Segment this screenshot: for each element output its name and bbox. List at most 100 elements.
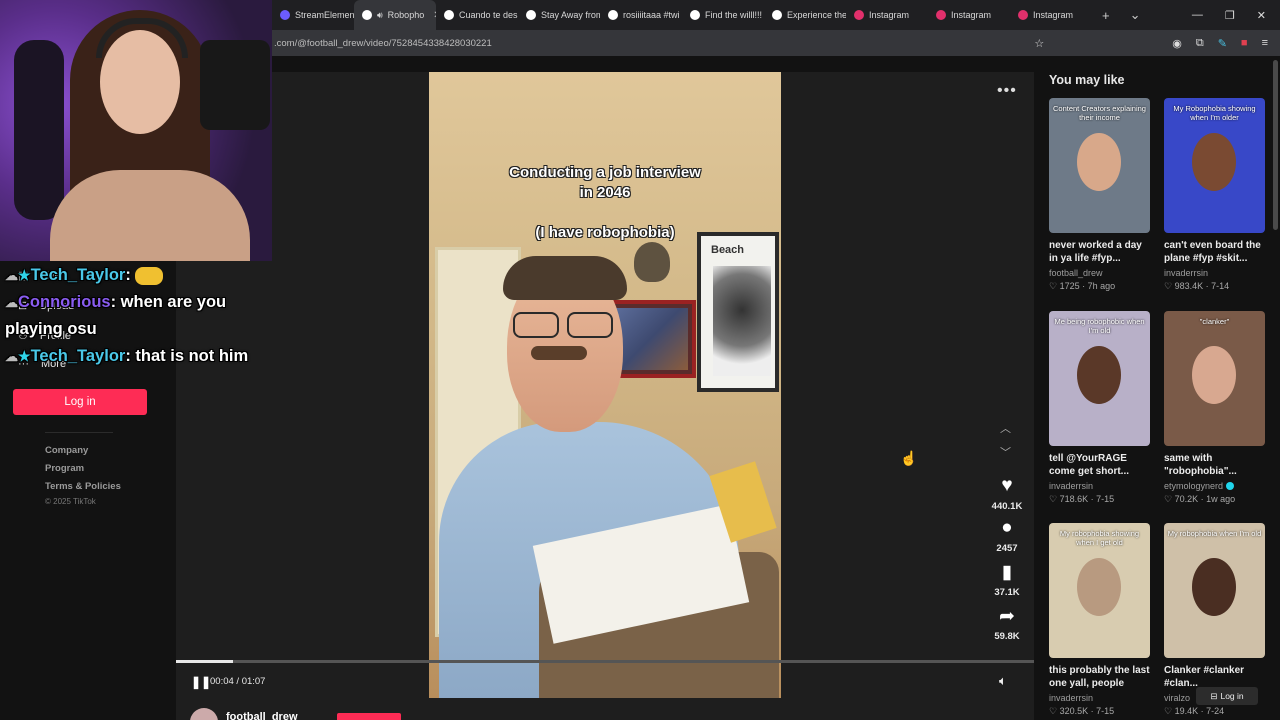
recommended-card[interactable]: Content Creators explaining their income…	[1049, 98, 1150, 292]
video-frame[interactable]: Beach Conducting a job interview in 2046…	[429, 72, 781, 698]
heart-outline-icon: ♡	[1164, 281, 1175, 291]
thumbnail-caption: My robophobia showing when I get old	[1059, 529, 1140, 547]
menu-icon[interactable]: ≡	[1262, 37, 1268, 49]
save-count: 37.1K	[994, 587, 1020, 598]
close-window-icon[interactable]: ✕	[1257, 9, 1266, 22]
floating-login-button[interactable]: ⊟ Log in	[1196, 687, 1258, 705]
recommended-card[interactable]: Me being robophobic when I'm old tell @Yo…	[1049, 311, 1150, 505]
card-title[interactable]: can't even board the plane #fyp #skit...	[1164, 239, 1265, 265]
streamer-jacket	[50, 170, 250, 261]
footer-terms-link[interactable]: Terms & Policies	[45, 481, 121, 492]
card-thumbnail[interactable]: My Robophobia showing when I'm older	[1164, 98, 1265, 233]
verified-icon	[1226, 482, 1235, 490]
card-thumbnail[interactable]: My robophobia showing when I get old	[1049, 523, 1150, 658]
card-author-name: football_drew	[1049, 268, 1103, 278]
restore-icon[interactable]: ❐	[1225, 9, 1235, 22]
card-thumbnail[interactable]: Content Creators explaining their income	[1049, 98, 1150, 233]
card-title[interactable]: tell @YourRAGE come get short...	[1049, 452, 1150, 478]
tab-favicon-icon	[772, 10, 782, 20]
scrollbar[interactable]	[1273, 60, 1278, 230]
browser-tab[interactable]: StreamElement	[272, 0, 354, 30]
extension-icon[interactable]: ✎	[1218, 37, 1227, 50]
next-video-icon[interactable]: ﹀	[1000, 444, 1011, 460]
browser-tab[interactable]: rosiiiitaaa #twi	[600, 0, 682, 30]
browser-tab[interactable]: Cuando te desp	[436, 0, 518, 30]
browser-tab[interactable]: Stay Away from	[518, 0, 600, 30]
bookmark-star-icon[interactable]: ☆	[1034, 37, 1044, 50]
tab-list-icon[interactable]: ⌄	[1120, 7, 1151, 23]
card-author[interactable]: etymologynerd	[1164, 481, 1265, 491]
card-author[interactable]: invaderrsin	[1049, 481, 1150, 491]
browser-tab[interactable]: 🔊︎Robopho✕	[354, 0, 436, 30]
card-thumbnail[interactable]: "clanker"	[1164, 311, 1265, 446]
recommended-card[interactable]: "clanker" same with "robophobia"... etymol…	[1164, 311, 1265, 505]
card-title[interactable]: never worked a day in ya life #fyp...	[1049, 239, 1150, 265]
recommended-card[interactable]: My Robophobia showing when I'm older can'…	[1164, 98, 1265, 292]
card-title[interactable]: same with "robophobia"...	[1164, 452, 1265, 478]
profile-icon[interactable]: ◉	[1172, 37, 1182, 50]
tab-favicon-icon	[280, 10, 290, 20]
thumbnail-face	[1192, 558, 1236, 616]
chat-message: ☁Connorious: when are you playing osu	[5, 289, 273, 343]
tab-label: rosiiiitaaa #twi	[623, 10, 680, 20]
footer-company-link[interactable]: Company	[45, 445, 88, 456]
card-stats: ♡ 320.5K · 7-15	[1049, 706, 1150, 717]
like-button[interactable]: ♥ 440.1K	[985, 475, 1029, 512]
recommended-card[interactable]: My robophobia showing when I get old this…	[1049, 523, 1150, 717]
pause-icon[interactable]: ❚❚	[191, 675, 211, 689]
chat-username: Tech_Taylor	[30, 266, 126, 284]
comment-button[interactable]: ● 2457	[985, 517, 1029, 554]
login-button[interactable]: Log in	[13, 389, 147, 415]
poster-text: Beach	[711, 244, 745, 256]
card-author[interactable]: invaderrsin	[1049, 693, 1150, 703]
new-tab-button[interactable]: +	[1092, 8, 1120, 23]
card-author[interactable]: football_drew	[1049, 268, 1150, 278]
save-button[interactable]: ▮ 37.1K	[985, 561, 1029, 598]
floating-login-label: Log in	[1220, 691, 1244, 701]
tab-label: Robopho	[387, 10, 425, 20]
share-count: 59.8K	[994, 631, 1020, 642]
prev-video-icon[interactable]: ︿	[1000, 420, 1011, 436]
volume-icon[interactable]: 🔈︎	[999, 673, 1007, 689]
card-stats: ♡ 1725 · 7h ago	[1049, 281, 1150, 292]
card-author[interactable]: invaderrsin	[1164, 268, 1265, 278]
thumbnail-face	[1192, 346, 1236, 404]
thumbnail-caption: My robophobia when I'm old	[1167, 529, 1262, 538]
extension-badge-icon[interactable]: ■	[1241, 37, 1248, 49]
stats-separator: ·	[1203, 281, 1212, 291]
card-title[interactable]: this probably the last one yall, people …	[1049, 664, 1150, 690]
card-thumbnail[interactable]: Me being robophobic when I'm old	[1049, 311, 1150, 446]
card-date: 7-14	[1211, 281, 1230, 291]
stats-separator: ·	[1198, 494, 1207, 504]
address-bar[interactable]: .com/@football_drew/video/75284543384280…	[272, 30, 1280, 56]
heart-outline-icon: ♡	[1164, 494, 1175, 504]
share-button[interactable]: ➦ 59.8K	[985, 605, 1029, 642]
thumbnail-caption: "clanker"	[1199, 317, 1230, 326]
card-author-name: invaderrsin	[1164, 268, 1209, 278]
browser-tab[interactable]: Instagram	[928, 0, 1010, 30]
author-name[interactable]: football_drew	[226, 711, 298, 720]
follow-button[interactable]	[337, 713, 401, 720]
url-text[interactable]: .com/@football_drew/video/75284543384280…	[274, 38, 492, 49]
card-stats: ♡ 70.2K · 1w ago	[1164, 494, 1265, 505]
tab-audio-icon[interactable]: 🔊︎	[377, 10, 383, 21]
footer-program-link[interactable]: Program	[45, 463, 84, 474]
bookmark-icon: ▮	[1001, 562, 1013, 583]
sidebar-divider	[45, 432, 113, 433]
glasses	[509, 312, 619, 338]
card-date: 7-15	[1096, 706, 1115, 716]
minimize-icon[interactable]: —	[1192, 9, 1203, 22]
copyright: © 2025 TikTok	[45, 497, 96, 506]
browser-tab[interactable]: Instagram	[1010, 0, 1092, 30]
card-thumbnail[interactable]: My robophobia when I'm old	[1164, 523, 1265, 658]
browser-tab[interactable]: Instagram	[846, 0, 928, 30]
tab-favicon-icon	[936, 10, 946, 20]
moustache	[531, 346, 587, 360]
star-badge-icon: ★	[18, 348, 31, 364]
browser-tab[interactable]: Experience the	[764, 0, 846, 30]
video-progress-bar[interactable]	[176, 660, 1034, 663]
browser-tab[interactable]: Find the willl!!!	[682, 0, 764, 30]
more-options-icon[interactable]: •••	[997, 82, 1017, 100]
card-likes: 70.2K	[1174, 494, 1199, 504]
extensions-icon[interactable]: ⧉	[1196, 37, 1204, 50]
